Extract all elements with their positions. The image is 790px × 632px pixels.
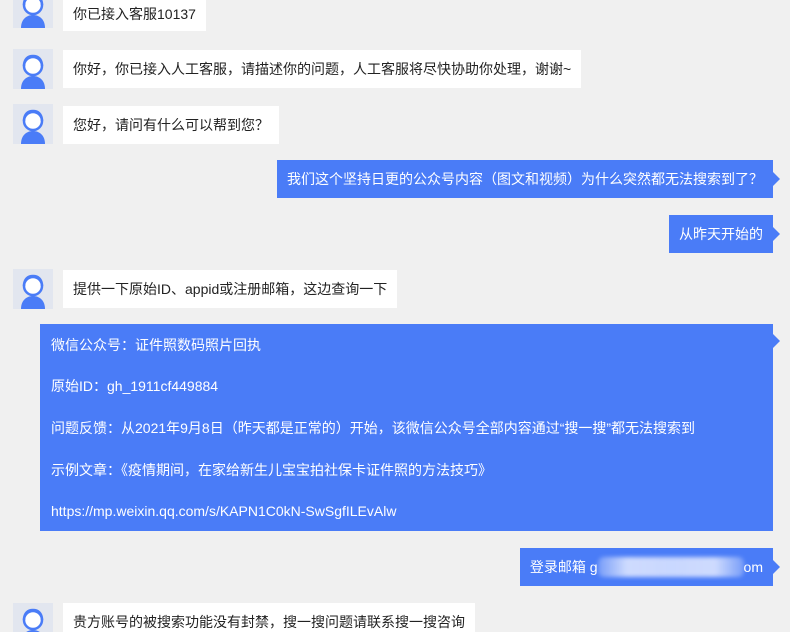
- message-line: 示例文章：《疫情期间，在家给新生儿宝宝拍社保卡证件照的方法技巧》: [51, 462, 492, 478]
- message-text: 您好，请问有什么可以帮到您？: [73, 117, 269, 133]
- agent-message-bubble: 您好，请问有什么可以帮到您？: [63, 106, 279, 144]
- bubble-tail: [773, 227, 780, 241]
- message-line: 微信公众号：证件照数码照片回执: [51, 337, 261, 353]
- agent-avatar-icon[interactable]: [13, 603, 53, 632]
- agent-avatar-icon[interactable]: [13, 49, 53, 89]
- message-text: 从昨天开始的: [679, 226, 763, 242]
- message-link[interactable]: https://mp.weixin.qq.com/s/KAPN1C0kN-SwS…: [51, 501, 396, 521]
- message-text: 我们这个坚持日更的公众号内容（图文和视频）为什么突然都无法搜索到了？: [287, 171, 763, 187]
- message-text: 提供一下原始ID、appid或注册邮箱，这边查询一下: [73, 281, 388, 297]
- redaction-blur: [597, 557, 744, 577]
- user-message-bubble-multiline: 微信公众号：证件照数码照片回执 原始ID：gh_1911cf449884 问题反…: [40, 324, 773, 531]
- message-text: 贵方账号的被搜索功能没有封禁，搜一搜问题请联系搜一搜咨询: [73, 614, 465, 630]
- message-line: 原始ID：gh_1911cf449884: [51, 378, 219, 394]
- user-message-bubble: 从昨天开始的: [669, 215, 773, 253]
- message-text-suffix: om: [743, 559, 763, 575]
- user-message-bubble: 登录邮箱 g om: [519, 548, 773, 586]
- agent-message-bubble: 提供一下原始ID、appid或注册邮箱，这边查询一下: [63, 270, 398, 308]
- bubble-tail: [773, 560, 780, 574]
- message-text: 你好，你已接入人工客服，请描述你的问题，人工客服将尽快协助你处理，谢谢~: [73, 61, 572, 77]
- message-text: 你已接入客服10137: [73, 6, 196, 22]
- agent-avatar-icon[interactable]: [13, 0, 53, 28]
- user-message-bubble: 我们这个坚持日更的公众号内容（图文和视频）为什么突然都无法搜索到了？: [277, 160, 773, 198]
- bubble-tail: [773, 172, 780, 186]
- agent-avatar-icon[interactable]: [13, 104, 53, 144]
- chat-window: 你已接入客服10137 你好，你已接入人工客服，请描述你的问题，人工客服将尽快协…: [0, 0, 790, 632]
- bubble-tail: [773, 334, 780, 348]
- agent-avatar-icon[interactable]: [13, 269, 53, 309]
- agent-message-bubble: 你已接入客服10137: [63, 0, 206, 31]
- message-text-prefix: 登录邮箱 g: [529, 559, 598, 575]
- agent-message-bubble: 贵方账号的被搜索功能没有封禁，搜一搜问题请联系搜一搜咨询: [63, 603, 475, 632]
- message-line: 问题反馈：从2021年9月8日（昨天都是正常的）开始，该微信公众号全部内容通过“…: [51, 420, 696, 436]
- agent-message-bubble: 你好，你已接入人工客服，请描述你的问题，人工客服将尽快协助你处理，谢谢~: [63, 50, 582, 88]
